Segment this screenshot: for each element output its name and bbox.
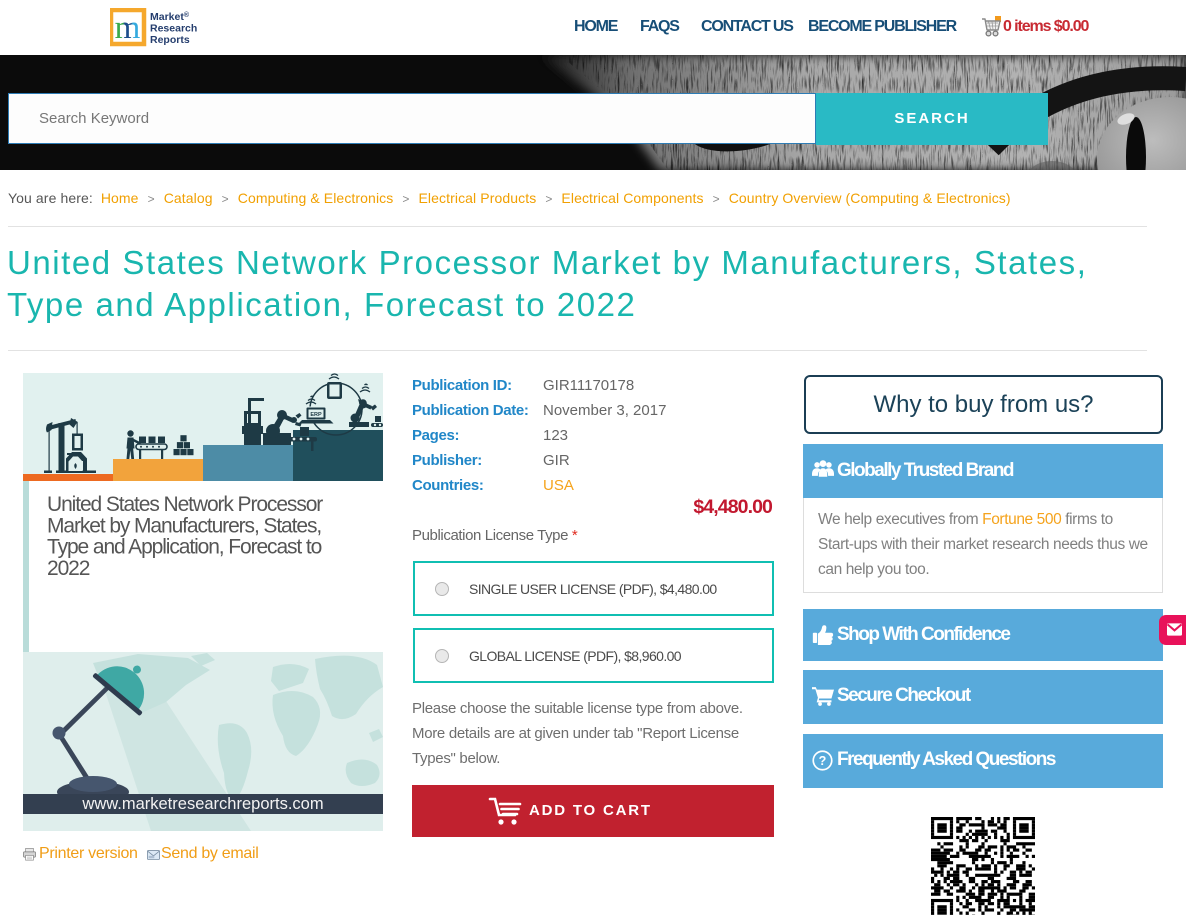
svg-text:ERP: ERP xyxy=(310,412,322,418)
svg-text:Research: Research xyxy=(150,23,197,35)
svg-text:m: m xyxy=(115,10,141,46)
svg-text:Market by Manufacturers, State: Market by Manufacturers, States, xyxy=(47,514,321,537)
svg-text:Type and Application, Forecast: Type and Application, Forecast to xyxy=(47,536,322,559)
svg-text:?: ? xyxy=(819,754,827,768)
svg-text:Market®: Market® xyxy=(150,11,190,23)
svg-text:www.marketresearchreports.com: www.marketresearchreports.com xyxy=(81,795,323,813)
svg-text:Reports: Reports xyxy=(150,34,190,46)
svg-text:United States Network Processo: United States Network Processor xyxy=(47,493,323,516)
svg-text:2022: 2022 xyxy=(47,557,90,580)
